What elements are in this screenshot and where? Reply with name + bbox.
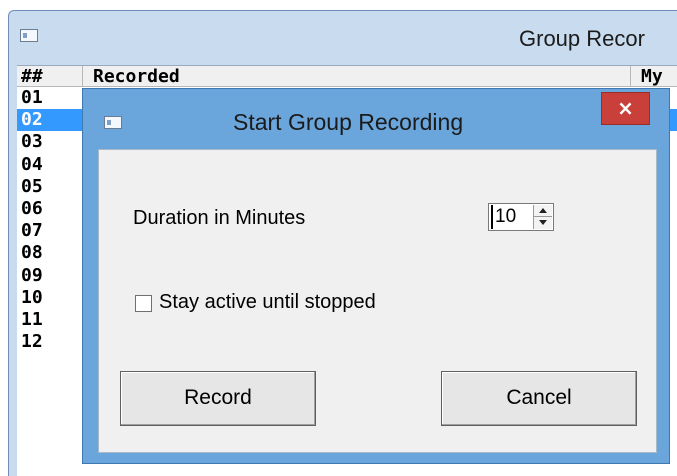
column-header-number[interactable]: ## [19,66,83,86]
stay-active-label[interactable]: Stay active until stopped [159,291,376,314]
arrow-up-icon [539,208,547,213]
arrow-down-icon [539,220,547,225]
dialog-body: Duration in Minutes Stay active until st… [98,149,657,453]
dialog-titlebar[interactable]: Start Group Recording × [83,89,669,151]
window-titlebar[interactable]: Group Recor [9,11,677,65]
close-button[interactable]: × [601,92,650,125]
column-header-recorded[interactable]: Recorded [83,66,631,86]
record-button[interactable]: Record [120,371,316,426]
stay-active-checkbox[interactable] [135,295,152,312]
stepper-buttons [533,205,552,229]
duration-stepper[interactable] [488,203,554,231]
cancel-button[interactable]: Cancel [441,371,637,426]
duration-input[interactable] [491,205,531,229]
duration-label: Duration in Minutes [133,207,306,229]
dialog-title: Start Group Recording [233,109,464,135]
screen: Group Recor ## Recorded My 01 02 03 04 0… [0,0,677,476]
close-icon: × [617,96,634,120]
start-group-recording-dialog: Start Group Recording × Duration in Minu… [82,88,670,464]
increment-button[interactable] [534,205,552,217]
decrement-button[interactable] [534,217,552,229]
list-header: ## Recorded My [17,66,677,87]
window-title: Group Recor [519,26,645,51]
dialog-app-icon[interactable] [104,116,122,129]
column-header-partial[interactable]: My [631,66,677,86]
app-icon[interactable] [20,29,38,42]
